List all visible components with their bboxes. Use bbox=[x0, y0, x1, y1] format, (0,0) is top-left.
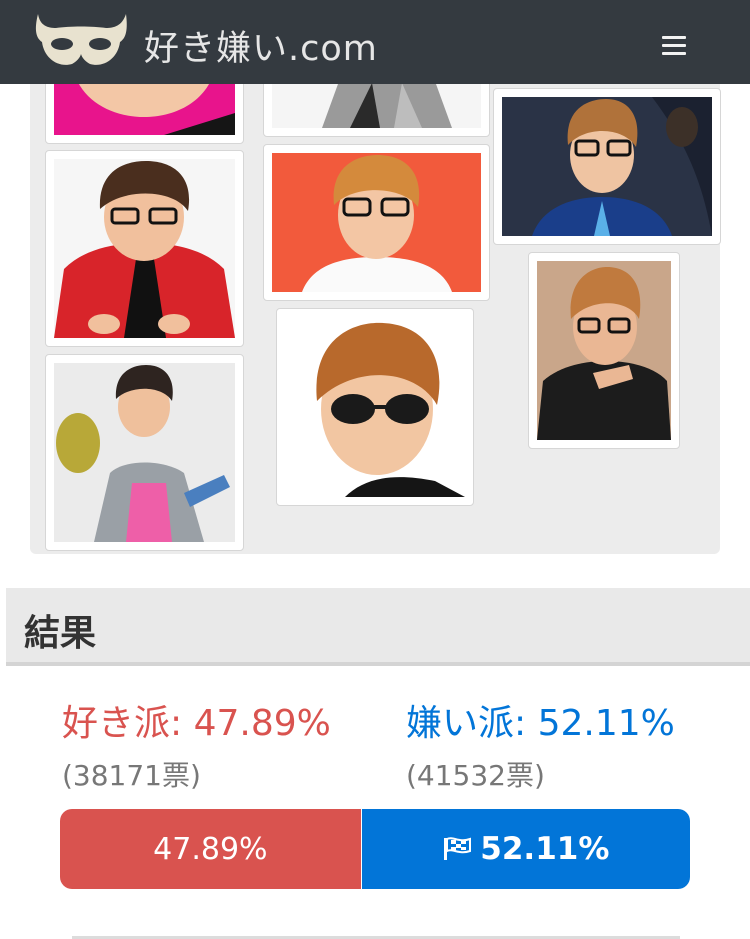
like-vote-count: (38171票) bbox=[62, 759, 201, 792]
photo-sunglasses[interactable] bbox=[276, 308, 474, 506]
photo-red-background[interactable] bbox=[263, 144, 490, 301]
photo-dark-blue-background[interactable] bbox=[493, 88, 721, 245]
result-progress-bar: 47.89% 52.11% bbox=[60, 809, 690, 889]
result-title: 結果 bbox=[24, 613, 97, 654]
hate-vote-count: (41532票) bbox=[406, 759, 545, 792]
like-percentage: 好き派: 47.89% bbox=[62, 703, 331, 744]
like-bar-segment: 47.89% bbox=[60, 809, 362, 889]
result-section-header: 結果 bbox=[6, 588, 750, 666]
hate-percentage: 嫌い派: 52.11% bbox=[406, 703, 675, 744]
hate-bar-label: 52.11% bbox=[480, 831, 610, 867]
photo-red-jacket[interactable] bbox=[45, 150, 244, 347]
hate-bar-segment: 52.11% bbox=[361, 809, 690, 889]
photo-durian[interactable] bbox=[45, 354, 244, 551]
site-header: 好き嫌い.com bbox=[0, 0, 750, 84]
hamburger-menu-button[interactable] bbox=[652, 30, 696, 62]
like-bar-label: 47.89% bbox=[153, 831, 268, 867]
photo-gallery bbox=[30, 64, 721, 554]
mask-icon[interactable] bbox=[30, 8, 132, 74]
photo-thinking-pose[interactable] bbox=[528, 252, 680, 449]
checkered-flag-icon bbox=[444, 837, 472, 860]
site-logo-text[interactable]: 好き嫌い.com bbox=[144, 20, 378, 71]
